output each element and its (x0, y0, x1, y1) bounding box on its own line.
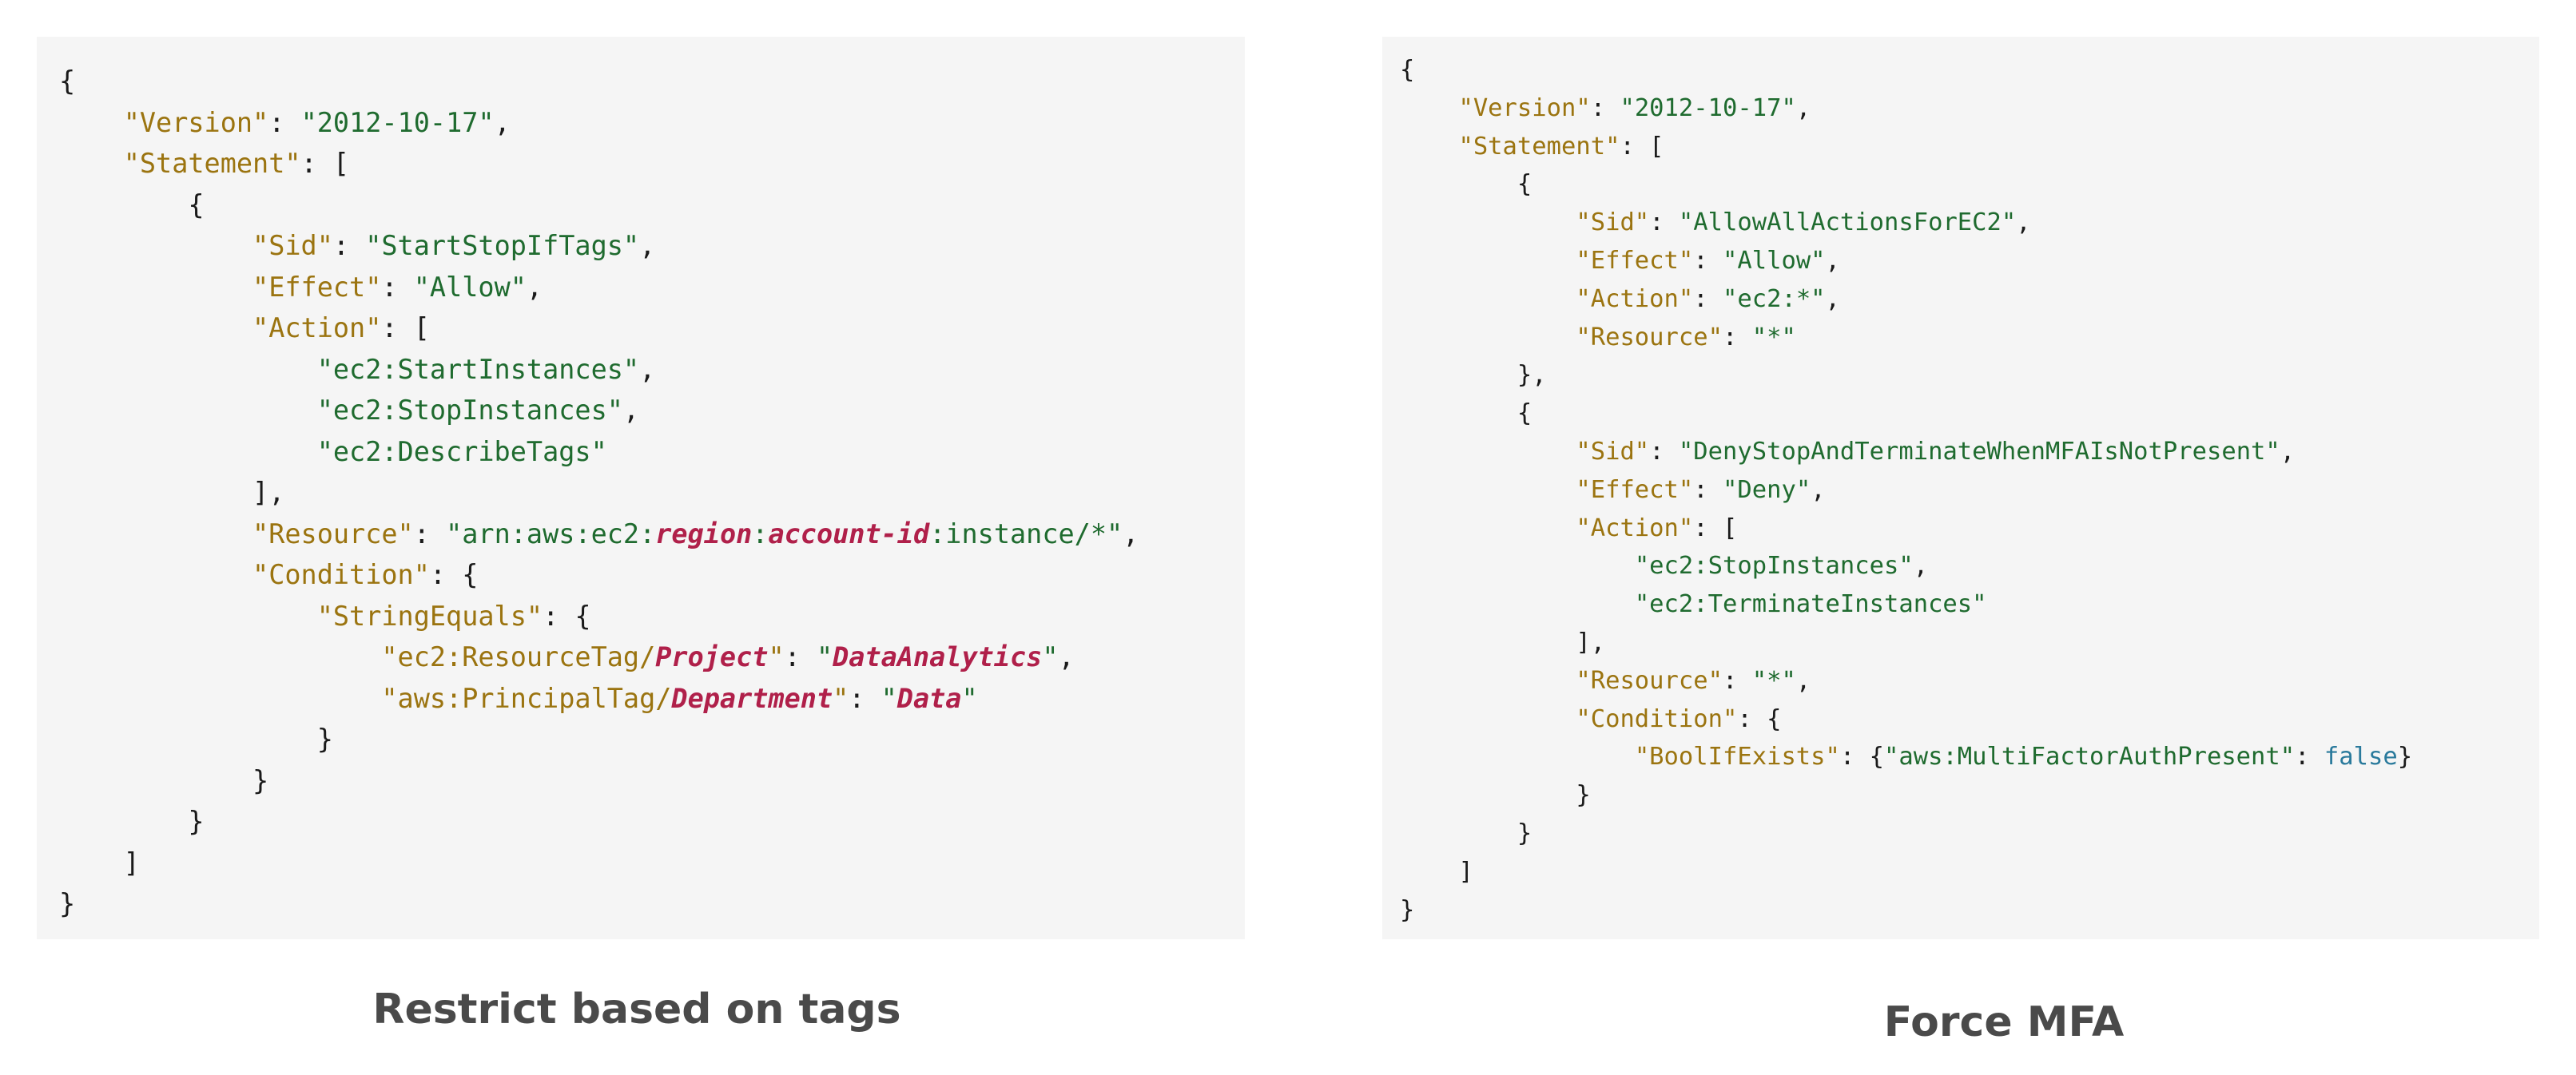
code-line: "StringEquals": { (316, 600, 591, 632)
code-line: "Sid": "AllowAllActionsForEC2", (1576, 208, 2031, 237)
code-line: { (59, 188, 205, 220)
left-policy-code: { "Version": "2012-10-17", "Statement": … (59, 61, 1139, 925)
code-line: { (1400, 56, 1415, 84)
left-policy-code-block: { "Version": "2012-10-17", "Statement": … (37, 37, 1245, 939)
code-line: "ec2:StopInstances", (1634, 552, 1929, 581)
right-policy-code-block: { "Version": "2012-10-17", "Statement": … (1382, 37, 2539, 939)
code-line: ], (1400, 628, 1606, 657)
code-line: "Action": "ec2:*", (1576, 284, 1840, 313)
code-line: ] (1400, 857, 1473, 886)
code-line: "Action": [ (252, 312, 430, 343)
code-line: "Statement": [ (1458, 132, 1664, 161)
code-line: "Effect": "Deny", (1576, 475, 1826, 504)
code-line: } (59, 724, 333, 755)
right-policy-code: { "Version": "2012-10-17", "Statement": … (1400, 51, 2412, 929)
code-line: ] (59, 847, 140, 879)
left-policy-caption: Restrict based on tags (372, 986, 901, 1033)
code-line: "Resource": "*" (1576, 323, 1796, 351)
code-line: "Effect": "Allow", (1576, 246, 1840, 275)
code-line: { (59, 65, 76, 97)
code-line: "ec2:DescribeTags" (316, 435, 607, 467)
code-line: { (1400, 399, 1532, 428)
code-line: "Sid": "DenyStopAndTerminateWhenMFAIsNot… (1576, 437, 2296, 466)
code-line: "Effect": "Allow", (252, 271, 543, 303)
code-line: "Condition": { (252, 559, 479, 590)
code-line: "ec2:StartInstances", (316, 353, 656, 385)
code-line: } (1400, 819, 1532, 847)
code-line: "Statement": [ (123, 148, 350, 179)
code-line: "Version": "2012-10-17", (123, 106, 511, 138)
code-line: } (59, 764, 269, 796)
code-line: "Version": "2012-10-17", (1458, 93, 1811, 122)
right-policy-caption: Force MFA (1883, 998, 2125, 1046)
code-line: "ec2:TerminateInstances" (1634, 590, 1987, 619)
code-line: "aws:PrincipalTag/Department": "Data" (381, 682, 978, 714)
code-line: ], (59, 477, 285, 508)
code-line: "ec2:StopInstances", (316, 395, 640, 426)
code-line: "Condition": { (1576, 704, 1782, 733)
code-line: "Resource": "arn:aws:ec2:region:account-… (252, 518, 1139, 549)
code-line: } (59, 888, 76, 919)
code-line: } (59, 806, 205, 837)
code-line: } (1400, 895, 1415, 924)
code-line: "Sid": "StartStopIfTags", (252, 230, 656, 261)
code-line: "Action": [ (1576, 514, 1738, 542)
code-line: "BoolIfExists": {"aws:MultiFactorAuthPre… (1634, 743, 2413, 772)
code-line: } (1400, 781, 1591, 810)
code-line: }, (1400, 361, 1547, 390)
code-line: { (1400, 170, 1532, 199)
code-line: "Resource": "*", (1576, 666, 1811, 695)
code-line: "ec2:ResourceTag/Project": "DataAnalytic… (381, 641, 1075, 672)
